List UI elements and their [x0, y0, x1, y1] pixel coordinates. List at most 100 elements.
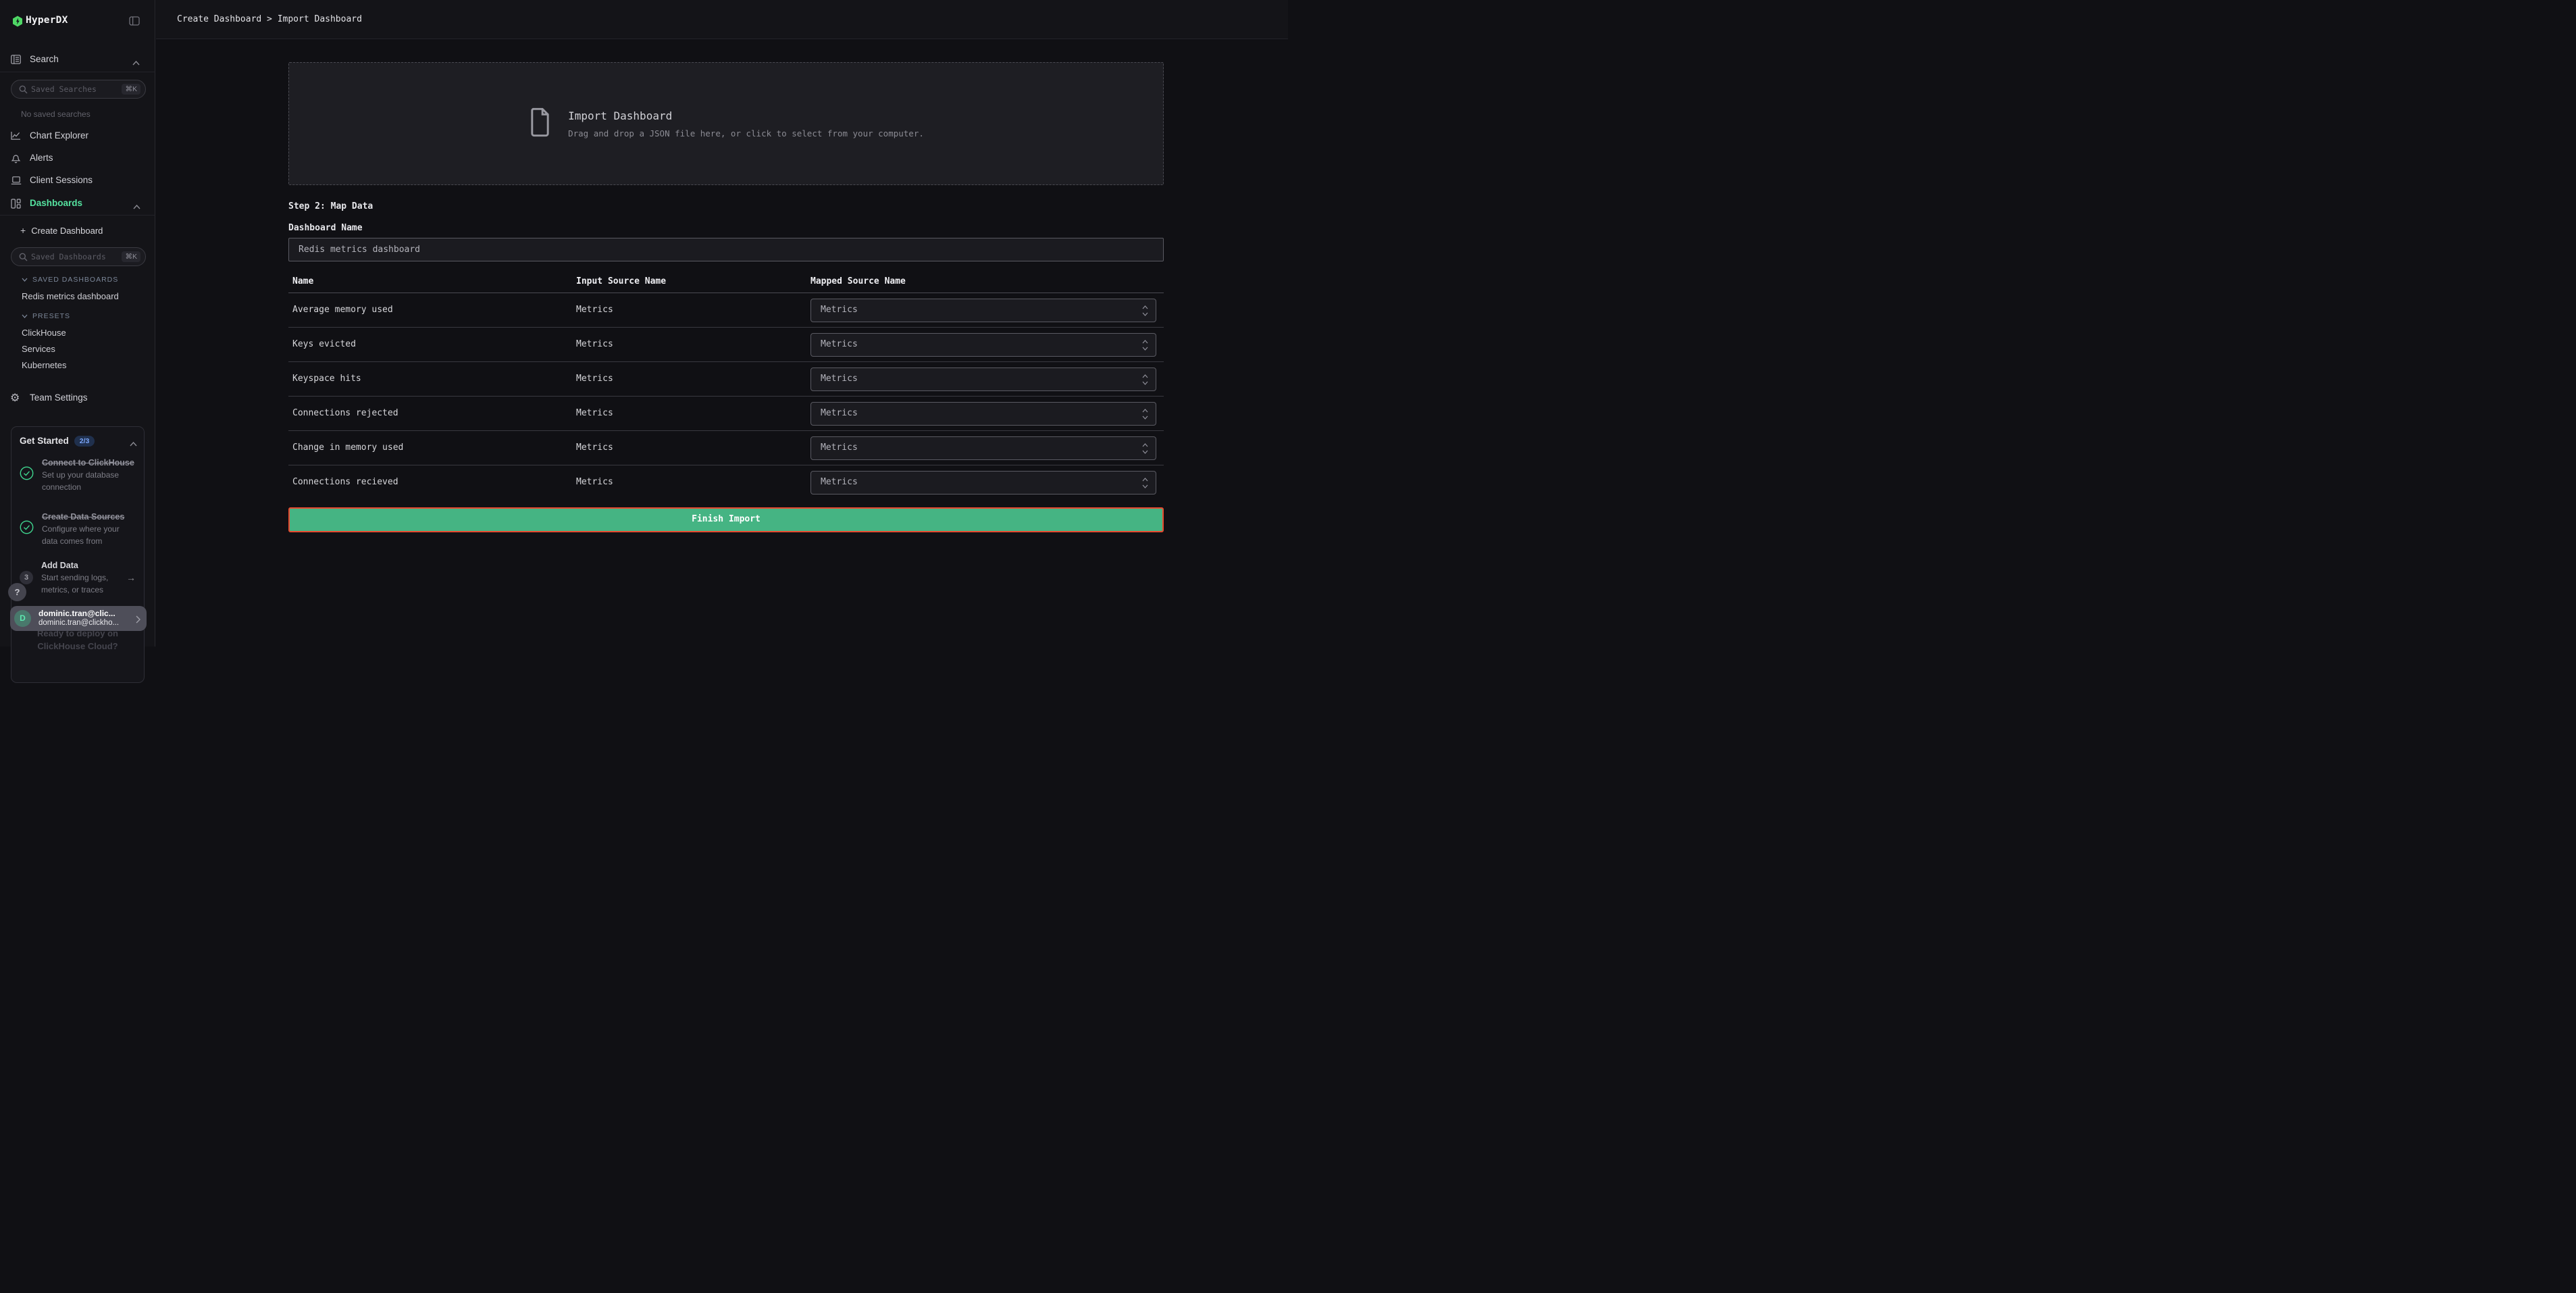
- row-input-source: Metrics: [576, 408, 613, 418]
- table-row: Keyspace hits Metrics Metrics: [288, 362, 1164, 397]
- create-dashboard-button[interactable]: + Create Dashboard: [20, 225, 103, 236]
- select-value: Metrics: [821, 374, 858, 384]
- sidebar: HyperDX Search ⌘K No saved searches: [0, 0, 155, 646]
- row-input-source: Metrics: [576, 305, 613, 315]
- file-icon: [528, 107, 552, 140]
- sidebar-collapse-icon[interactable]: [129, 16, 140, 29]
- dropzone-title: Import Dashboard: [568, 109, 924, 122]
- table-row: Average memory used Metrics Metrics: [288, 293, 1164, 328]
- sidebar-item-search[interactable]: Search: [0, 50, 155, 70]
- row-name: Keyspace hits: [292, 374, 361, 384]
- user-name: dominic.tran@clic...: [38, 609, 133, 618]
- row-input-source: Metrics: [576, 339, 613, 349]
- select-chevrons-icon: [1142, 477, 1148, 492]
- app-title: HyperDX: [26, 15, 68, 26]
- arrow-right-icon: →: [126, 572, 136, 583]
- sidebar-item-chart-explorer[interactable]: Chart Explorer: [0, 126, 155, 147]
- column-header-name: Name: [292, 276, 313, 286]
- create-dashboard-label: Create Dashboard: [31, 226, 103, 236]
- mapped-source-select[interactable]: Metrics: [810, 471, 1156, 495]
- deploy-promo-line2: ClickHouse Cloud?: [11, 640, 144, 653]
- select-value: Metrics: [821, 305, 858, 315]
- get-started-item-desc: Set up your database connection: [42, 470, 137, 493]
- chevron-up-icon: [133, 201, 140, 213]
- preset-item-kubernetes[interactable]: Kubernetes: [22, 360, 67, 370]
- saved-searches-search: ⌘K: [11, 80, 146, 99]
- select-value: Metrics: [821, 442, 858, 453]
- mapped-source-select[interactable]: Metrics: [810, 436, 1156, 460]
- plus-icon: +: [20, 225, 26, 236]
- row-name: Connections rejected: [292, 408, 398, 418]
- topbar: Create Dashboard > Import Dashboard: [156, 0, 1288, 39]
- chevron-down-icon: [22, 312, 28, 320]
- get-started-item-desc: Configure where your data comes from: [42, 524, 137, 547]
- saved-dashboard-item[interactable]: Redis metrics dashboard: [22, 291, 119, 301]
- chevron-right-icon: [136, 615, 140, 627]
- select-value: Metrics: [821, 477, 858, 487]
- hyperdx-logo-icon: [12, 16, 23, 30]
- mapped-source-select[interactable]: Metrics: [810, 402, 1156, 426]
- sidebar-item-label: Search: [30, 54, 59, 64]
- sidebar-item-dashboards[interactable]: Dashboards: [0, 194, 155, 214]
- sidebar-item-label: Client Sessions: [30, 175, 93, 185]
- get-started-item-sources[interactable]: Create Data Sources Configure where your…: [20, 511, 137, 547]
- get-started-item-title: Connect to ClickHouse: [42, 457, 137, 470]
- table-row: Connections recieved Metrics Metrics: [288, 465, 1164, 500]
- table-row: Connections rejected Metrics Metrics: [288, 397, 1164, 431]
- select-chevrons-icon: [1142, 442, 1148, 457]
- no-saved-searches-text: No saved searches: [21, 109, 91, 119]
- dashboard-name-input[interactable]: [288, 238, 1164, 261]
- sidebar-item-label: Chart Explorer: [30, 130, 88, 141]
- dropzone-subtitle: Drag and drop a JSON file here, or click…: [568, 128, 924, 138]
- chevron-up-icon: [132, 57, 140, 69]
- chart-explorer-icon: [11, 131, 21, 144]
- chevron-up-icon[interactable]: [130, 438, 137, 450]
- column-header-mapped-source: Mapped Source Name: [810, 276, 906, 286]
- select-value: Metrics: [821, 408, 858, 418]
- finish-import-button[interactable]: Finish Import: [288, 507, 1164, 532]
- get-started-item-title: Add Data: [41, 559, 128, 572]
- mapped-source-select[interactable]: Metrics: [810, 333, 1156, 357]
- get-started-title: Get Started: [20, 436, 69, 446]
- column-header-input-source: Input Source Name: [576, 276, 666, 286]
- sidebar-item-team-settings[interactable]: ⚙ Team Settings: [0, 389, 155, 408]
- dashboard-name-label: Dashboard Name: [288, 223, 363, 233]
- get-started-item-connect[interactable]: Connect to ClickHouse Set up your databa…: [20, 457, 137, 493]
- mapped-source-select[interactable]: Metrics: [810, 367, 1156, 391]
- get-started-item-add-data[interactable]: 3 Add Data Start sending logs, metrics, …: [20, 559, 137, 596]
- import-dropzone[interactable]: Import Dashboard Drag and drop a JSON fi…: [288, 62, 1164, 185]
- preset-item-clickhouse[interactable]: ClickHouse: [22, 328, 66, 338]
- sidebar-item-label: Dashboards: [30, 198, 82, 208]
- sidebar-item-client-sessions[interactable]: Client Sessions: [0, 171, 155, 191]
- table-row: Keys evicted Metrics Metrics: [288, 328, 1164, 362]
- select-chevrons-icon: [1142, 339, 1148, 354]
- select-chevrons-icon: [1142, 305, 1148, 320]
- shortcut-badge: ⌘K: [122, 251, 140, 262]
- sidebar-item-label: Alerts: [30, 153, 53, 163]
- gear-icon: ⚙: [10, 391, 20, 405]
- user-profile-chip[interactable]: D dominic.tran@clic... dominic.tran@clic…: [10, 606, 147, 631]
- row-name: Change in memory used: [292, 442, 403, 453]
- search-section-icon: [11, 55, 21, 68]
- sidebar-item-alerts[interactable]: Alerts: [0, 149, 155, 169]
- saved-dashboards-input[interactable]: [31, 249, 112, 265]
- get-started-progress-badge: 2/3: [74, 436, 95, 447]
- avatar: D: [14, 610, 31, 627]
- saved-searches-input[interactable]: [31, 81, 112, 97]
- select-chevrons-icon: [1142, 408, 1148, 423]
- shortcut-badge: ⌘K: [122, 84, 140, 95]
- select-chevrons-icon: [1142, 374, 1148, 388]
- table-header-row: Name Input Source Name Mapped Source Nam…: [288, 273, 1164, 293]
- help-button[interactable]: ?: [8, 583, 26, 601]
- mapped-source-select[interactable]: Metrics: [810, 299, 1156, 322]
- saved-dashboards-search: ⌘K: [11, 247, 146, 266]
- presets-header[interactable]: PRESETS: [22, 312, 70, 320]
- preset-item-services[interactable]: Services: [22, 344, 55, 354]
- laptop-icon: [11, 176, 22, 188]
- step-number-badge: 3: [20, 571, 33, 584]
- saved-dashboards-header[interactable]: SAVED DASHBOARDS: [22, 276, 118, 284]
- get-started-item-title: Create Data Sources: [42, 511, 137, 524]
- divider: [0, 215, 155, 216]
- check-circle-icon: [20, 466, 34, 484]
- row-input-source: Metrics: [576, 374, 613, 384]
